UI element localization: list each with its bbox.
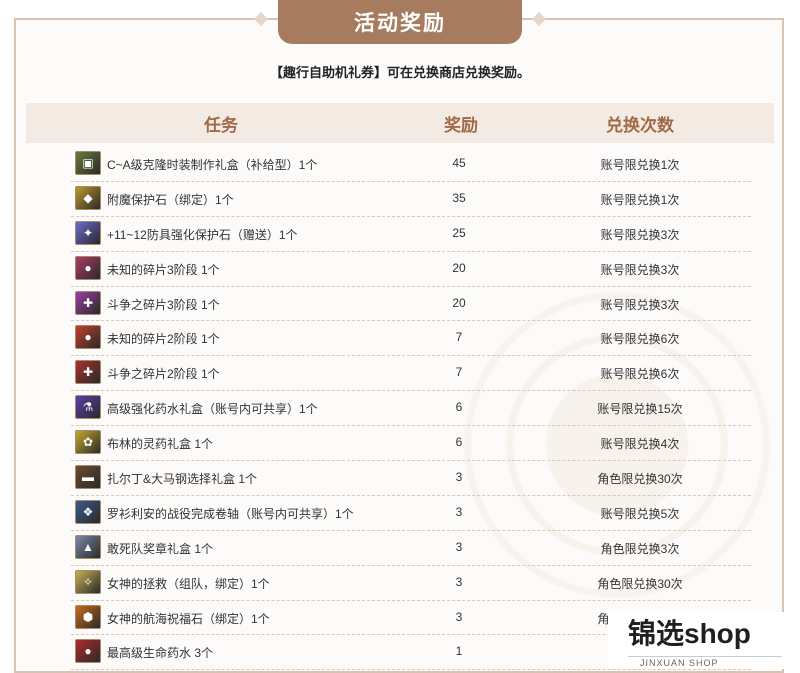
task-item-name: 斗争之碎片2阶段 1个	[107, 367, 220, 382]
watermark-divider	[628, 656, 782, 657]
watermark-subtitle: JINXUAN SHOP	[640, 658, 719, 668]
reward-value: 3	[455, 539, 463, 554]
task-item-name: 未知的碎片2阶段 1个	[107, 332, 220, 347]
exchange-limit: 账号限兑换4次	[600, 437, 680, 452]
task-item-name: 女神的拯救（组队，绑定）1个	[107, 576, 270, 591]
reward-value: 45	[452, 156, 466, 170]
exchange-limit: 账号限兑换3次	[600, 297, 680, 312]
box-icon: ▬	[75, 465, 101, 490]
column-header-task: 任务	[204, 115, 238, 135]
watermark: 锦选shop JINXUAN SHOP	[608, 612, 800, 669]
table-row: ▲ 敢死队奖章礼盒 1个 3 角色限兑换3次	[71, 531, 751, 566]
table-row: ▬ 扎尔丁&大马钢选择礼盒 1个 3 角色限兑换30次	[71, 461, 751, 496]
table-row: ● 未知的碎片3阶段 1个 20 账号限兑换3次	[71, 252, 751, 287]
exchange-limit: 角色限兑换30次	[597, 576, 683, 591]
reward-table-body: ▣ C~A级克隆时装制作礼盒（补给型）1个 45 账号限兑换1次 ◆ 附魔保护石（绑定）1…	[71, 147, 751, 671]
medal-icon: ▲	[75, 534, 101, 559]
potion-icon: ✿	[75, 430, 101, 455]
exchange-limit: 账号限兑换5次	[600, 506, 680, 521]
fragment-icon: ✚	[75, 290, 101, 315]
reward-value: 35	[452, 190, 466, 205]
exchange-limit: 账号限兑换3次	[600, 262, 680, 277]
scroll-icon: ❖	[75, 499, 101, 524]
task-item-name: 最高级生命药水 3个	[107, 646, 214, 661]
task-item-name: 高级强化药水礼盒（账号内可共享）1个	[107, 402, 318, 417]
exchange-limit: 账号限兑换6次	[600, 367, 680, 382]
column-header-reward: 奖励	[444, 115, 478, 135]
reward-value: 7	[455, 365, 463, 380]
panel-title: 活动奖励	[278, 0, 522, 44]
table-row: ⚗ 高级强化药水礼盒（账号内可共享）1个 6 账号限兑换15次	[71, 391, 751, 427]
stone-icon: ◆	[75, 185, 101, 210]
task-item-name: C~A级克隆时装制作礼盒（补给型）1个	[107, 158, 318, 172]
gem-icon: ⬢	[75, 604, 101, 629]
table-row: ❖ 罗衫利安的战役完成卷轴（账号内可共享）1个 3 账号限兑换5次	[71, 496, 751, 531]
table-row: ◆ 附魔保护石（绑定）1个 35 账号限兑换1次	[71, 182, 751, 217]
fragment-icon: ✚	[75, 360, 101, 385]
fragment-icon: ●	[75, 325, 101, 350]
table-row: ✚ 斗争之碎片2阶段 1个 7 账号限兑换6次	[71, 356, 751, 392]
table-row: ✚ 斗争之碎片3阶段 1个 20 账号限兑换3次	[71, 287, 751, 322]
potion-icon: ⚗	[75, 395, 101, 420]
reward-value: 25	[452, 225, 466, 240]
crystal-icon: ✦	[75, 220, 101, 245]
fragment-icon: ●	[75, 255, 101, 280]
reward-value: 3	[455, 609, 463, 624]
exchange-limit: 角色限兑换3次	[600, 541, 680, 556]
exchange-limit: 角色限兑换30次	[597, 472, 683, 487]
watermark-brand: 锦选shop	[628, 618, 751, 649]
notice-text: 【趣行自助机礼券】可在兑换商店兑换奖励。	[269, 65, 530, 80]
column-header-limit: 兑换次数	[606, 115, 674, 135]
reward-value: 7	[455, 330, 463, 345]
table-row: ✧ 女神的拯救（组队，绑定）1个 3 角色限兑换30次	[71, 566, 751, 601]
table-row: ✿ 布林的灵药礼盒 1个 6 账号限兑换4次	[71, 426, 751, 462]
reward-value: 3	[455, 470, 463, 485]
task-item-name: 罗衫利安的战役完成卷轴（账号内可共享）1个	[107, 506, 354, 521]
reward-value: 20	[452, 260, 466, 275]
task-item-name: 扎尔丁&大马钢选择礼盒 1个	[107, 472, 258, 487]
table-row: ✦ +11~12防具强化保护石（赠送）1个 25 账号限兑换3次	[71, 217, 751, 252]
reward-value: 3	[455, 574, 463, 589]
task-item-name: 未知的碎片3阶段 1个	[107, 262, 220, 277]
reward-value: 6	[455, 435, 463, 450]
table-header: 任务 奖励 兑换次数	[26, 103, 774, 143]
exchange-limit: 账号限兑换15次	[597, 402, 683, 417]
exchange-limit: 账号限兑换6次	[600, 332, 680, 347]
reward-value: 6	[455, 400, 463, 415]
goddess-icon: ✧	[75, 569, 101, 594]
task-item-name: +11~12防具强化保护石（赠送）1个	[107, 227, 298, 242]
box-icon: ▣	[75, 151, 101, 175]
exchange-limit: 账号限兑换1次	[600, 192, 680, 207]
table-row: ▣ C~A级克隆时装制作礼盒（补给型）1个 45 账号限兑换1次	[71, 147, 751, 182]
potion-icon: ●	[75, 639, 101, 664]
exchange-limit: 账号限兑换3次	[600, 227, 680, 242]
task-item-name: 斗争之碎片3阶段 1个	[107, 297, 220, 312]
reward-value: 3	[455, 504, 463, 519]
task-item-name: 附魔保护石（绑定）1个	[107, 192, 234, 207]
task-item-name: 敢死队奖章礼盒 1个	[107, 541, 214, 556]
table-row: ● 未知的碎片2阶段 1个 7 账号限兑换6次	[71, 321, 751, 357]
exchange-limit: 账号限兑换1次	[600, 158, 680, 172]
task-item-name: 女神的航海祝福石（绑定）1个	[107, 611, 270, 626]
reward-value: 20	[452, 295, 466, 310]
reward-value: 1	[455, 644, 463, 659]
task-item-name: 布林的灵药礼盒 1个	[107, 437, 214, 452]
